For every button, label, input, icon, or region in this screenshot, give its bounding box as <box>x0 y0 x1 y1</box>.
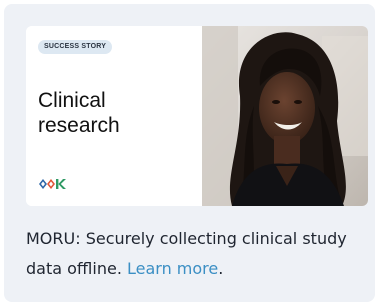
odk-logo-icon <box>39 179 66 189</box>
caption-period: . <box>218 259 224 278</box>
hero-title: Clinical research <box>38 88 198 138</box>
hero-banner[interactable]: SUCCESS STORY Clinical research <box>26 26 368 206</box>
learn-more-link[interactable]: Learn more <box>127 259 218 278</box>
woman-portrait-image <box>202 26 368 206</box>
hero-title-line2: research <box>38 114 120 137</box>
hero-text-panel: SUCCESS STORY Clinical research <box>26 26 202 206</box>
hero-title-line1: Clinical <box>38 89 106 112</box>
success-story-card[interactable]: SUCCESS STORY Clinical research MORU: Se… <box>4 4 375 302</box>
card-caption: MORU: Securely collecting clinical study… <box>26 224 356 284</box>
success-story-badge: SUCCESS STORY <box>38 40 113 54</box>
